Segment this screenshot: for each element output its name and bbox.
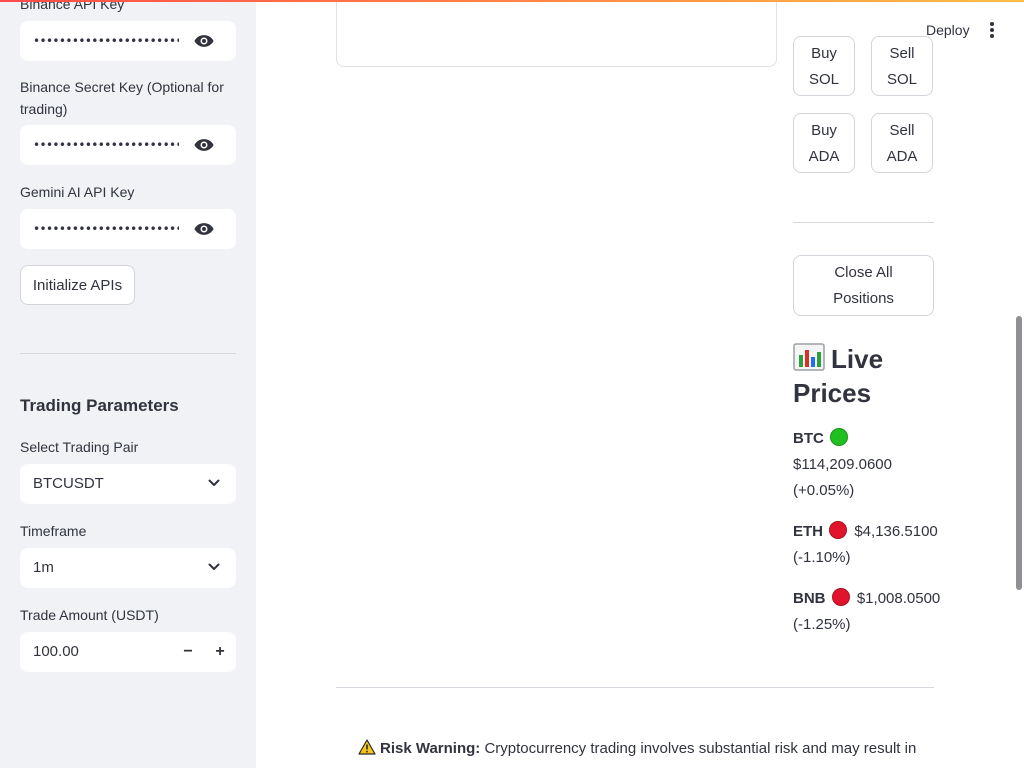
price-value: $1,008.0500 — [856, 590, 941, 607]
price-change: (+0.05%) — [793, 482, 855, 499]
buy-sol-label-2: SOL — [808, 71, 839, 88]
trading-pair-label: Select Trading Pair — [20, 439, 139, 455]
price-value: $4,136.5100 — [854, 523, 938, 540]
price-symbol: BTC — [793, 430, 824, 447]
live-heading-line2: Prices — [793, 378, 872, 408]
price-symbol: BNB — [793, 590, 826, 607]
red-circle-icon — [829, 521, 848, 539]
close-all-positions-button[interactable]: Close All Positions — [793, 255, 934, 316]
trading-parameters-heading: Trading Parameters — [20, 396, 179, 415]
binance-api-key-input[interactable]: •••••••••••••••••••••••••••••••• — [20, 21, 236, 61]
price-change: (-1.10%) — [793, 549, 851, 566]
sell-sol-button[interactable]: Sell SOL — [871, 36, 933, 96]
buy-sol-label-1: Buy — [811, 45, 837, 62]
binance-secret-key-value: •••••••••••••••••••••••••••••••• — [33, 138, 179, 152]
live-heading-line1: Live — [831, 344, 884, 374]
sidebar-divider — [20, 353, 236, 354]
bar-chart-icon — [793, 343, 825, 371]
initialize-apis-button[interactable]: Initialize APIs — [20, 265, 135, 305]
binance-secret-key-input[interactable]: •••••••••••••••••••••••••••••••• — [20, 125, 236, 165]
sell-ada-label-1: Sell — [889, 122, 915, 139]
gemini-api-key-input[interactable]: •••••••••••••••••••••••••••••••• — [20, 209, 236, 249]
sidebar: Binance API Key ••••••••••••••••••••••••… — [0, 0, 256, 768]
price-item-btc: BTC $114,209.0600 (+0.05%) — [793, 426, 943, 504]
buy-ada-label-1: Buy — [811, 122, 837, 139]
risk-warning: Risk Warning: Cryptocurrency trading inv… — [358, 738, 938, 760]
buy-sol-button[interactable]: Buy SOL — [793, 36, 855, 96]
timeframe-select[interactable]: 1m — [20, 548, 236, 588]
top-decoration-bar — [0, 0, 1024, 2]
binance-api-key-value: •••••••••••••••••••••••••••••••• — [33, 34, 179, 48]
decrement-button[interactable]: − — [174, 638, 202, 666]
scrollbar-thumb[interactable] — [1016, 316, 1022, 590]
trade-amount-label: Trade Amount (USDT) — [20, 607, 159, 623]
chevron-down-icon — [208, 479, 220, 486]
chart-container — [336, 0, 777, 67]
red-circle-icon — [831, 588, 850, 606]
sell-ada-button[interactable]: Sell ADA — [871, 113, 933, 173]
trading-pair-value: BTCUSDT — [33, 475, 104, 492]
close-all-label-2: Positions — [833, 290, 894, 307]
eye-icon[interactable] — [194, 137, 214, 153]
binance-api-key-label: Binance API Key — [20, 0, 125, 12]
buy-ada-label-2: ADA — [808, 148, 840, 165]
timeframe-value: 1m — [33, 559, 54, 576]
gemini-api-key-value: •••••••••••••••••••••••••••••••• — [33, 222, 179, 236]
sell-ada-label-2: ADA — [886, 148, 918, 165]
price-change: (-1.25%) — [793, 616, 851, 633]
main-menu-icon[interactable] — [984, 20, 1000, 40]
trade-amount-value: 100.00 — [33, 643, 79, 660]
column-divider — [793, 222, 934, 223]
binance-secret-key-label: Binance Secret Key (Optional for trading… — [20, 79, 224, 117]
price-value: $114,209.0600 — [793, 456, 892, 473]
risk-warning-text: Cryptocurrency trading involves substant… — [484, 740, 917, 757]
price-item-eth: ETH $4,136.5100 (-1.10%) — [793, 519, 943, 571]
buy-ada-button[interactable]: Buy ADA — [793, 113, 855, 173]
main-divider — [336, 687, 934, 688]
price-item-bnb: BNB $1,008.0500 (-1.25%) — [793, 586, 943, 638]
increment-button[interactable]: + — [206, 638, 234, 666]
trading-pair-select[interactable]: BTCUSDT — [20, 464, 236, 504]
trade-amount-input[interactable]: 100.00 − + — [20, 632, 236, 672]
chevron-down-icon — [208, 563, 220, 570]
price-symbol: ETH — [793, 523, 823, 540]
eye-icon[interactable] — [194, 33, 214, 49]
warning-icon — [358, 739, 376, 755]
eye-icon[interactable] — [194, 221, 214, 237]
timeframe-label: Timeframe — [20, 523, 87, 539]
close-all-label-1: Close All — [834, 264, 893, 281]
risk-warning-label: Risk Warning: — [380, 740, 481, 757]
gemini-api-key-label: Gemini AI API Key — [20, 184, 135, 200]
green-circle-icon — [830, 428, 848, 446]
sell-sol-label-1: Sell — [889, 45, 915, 62]
live-prices-heading: Live Prices — [793, 342, 943, 410]
sell-sol-label-2: SOL — [886, 71, 917, 88]
